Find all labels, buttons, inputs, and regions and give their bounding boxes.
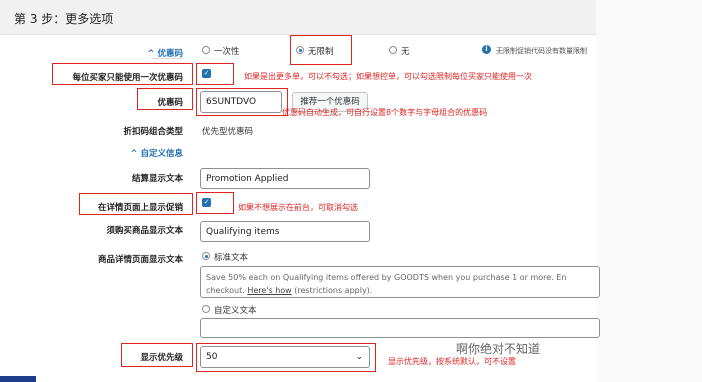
info-icon: i [482, 45, 491, 54]
highlight-box-once-checkbox [196, 63, 234, 85]
standard-text-line-1: Save 50% each on Qualifying items offere… [206, 273, 567, 282]
highlight-box-code-input [196, 88, 288, 116]
radio-custom-text[interactable] [202, 305, 210, 313]
unlimited-info-text: 无限制促销代码没有数量限制 [496, 47, 587, 55]
radio-standard-text-label: 标准文本 [214, 253, 249, 263]
highlight-box-detail-checkbox [196, 192, 234, 214]
standard-text-line-2: checkout. Here's how (restrictions apply… [206, 286, 373, 295]
custom-info-toggle[interactable]: ^ 自定义信息 [130, 147, 183, 159]
highlight-box-priority-select [196, 343, 376, 372]
right-margin [596, 0, 702, 382]
heres-how-link[interactable]: Here's how [247, 286, 291, 295]
custom-text-input[interactable] [200, 318, 600, 338]
highlight-box-code-label [137, 88, 193, 110]
radio-custom-text-label: 自定义文本 [214, 306, 257, 316]
highlight-box-detail-label [79, 193, 193, 215]
once-per-buyer-annotation: 如果是出更多单，可以不勾选；如果想控单，可以勾选限制每位买家只能使用一次 [244, 72, 532, 81]
radio-one-time-label: 一次性 [214, 47, 240, 57]
priority-annotation: 显示优先级，按系统默认，可不设置 [388, 357, 516, 366]
detail-page-text-label: 商品详情页面显示文本 [97, 255, 183, 265]
radio-one-time[interactable] [202, 46, 210, 54]
watermark: 啊你绝对不知道 [456, 342, 541, 356]
bottom-bar [0, 376, 36, 382]
qualifying-text-label: 须购买商品显示文本 [106, 226, 183, 236]
page-title: 第 3 步：更多选项 [14, 12, 114, 26]
checkout-text-label: 结算显示文本 [131, 174, 183, 184]
coupon-code-annotation: 优惠码自动生成，可自行设置8个数字与字母组合的优惠码 [282, 108, 488, 117]
label-underline [152, 58, 182, 59]
radio-none-label: 无 [401, 47, 410, 57]
combination-type-value: 优先型优惠码 [202, 127, 254, 137]
radio-none[interactable] [389, 46, 397, 54]
radio-standard-text[interactable] [202, 252, 210, 260]
highlight-box-priority-label [121, 343, 193, 367]
step-header: 第 3 步：更多选项 [0, 0, 596, 35]
standard-text-preview: Save 50% each on Qualifying items offere… [200, 266, 600, 298]
highlight-box-once-label [52, 63, 193, 85]
checkout-text-input[interactable]: Promotion Applied [200, 168, 370, 189]
show-on-detail-annotation: 如果不想展示在前台，可取消勾选 [238, 203, 358, 212]
qualifying-text-input[interactable]: Qualifying items [200, 221, 370, 242]
collapse-arrow-icon: ^ [130, 149, 138, 159]
combination-type-label: 折扣码组合类型 [123, 127, 183, 137]
highlight-box-unlimited [290, 35, 352, 65]
